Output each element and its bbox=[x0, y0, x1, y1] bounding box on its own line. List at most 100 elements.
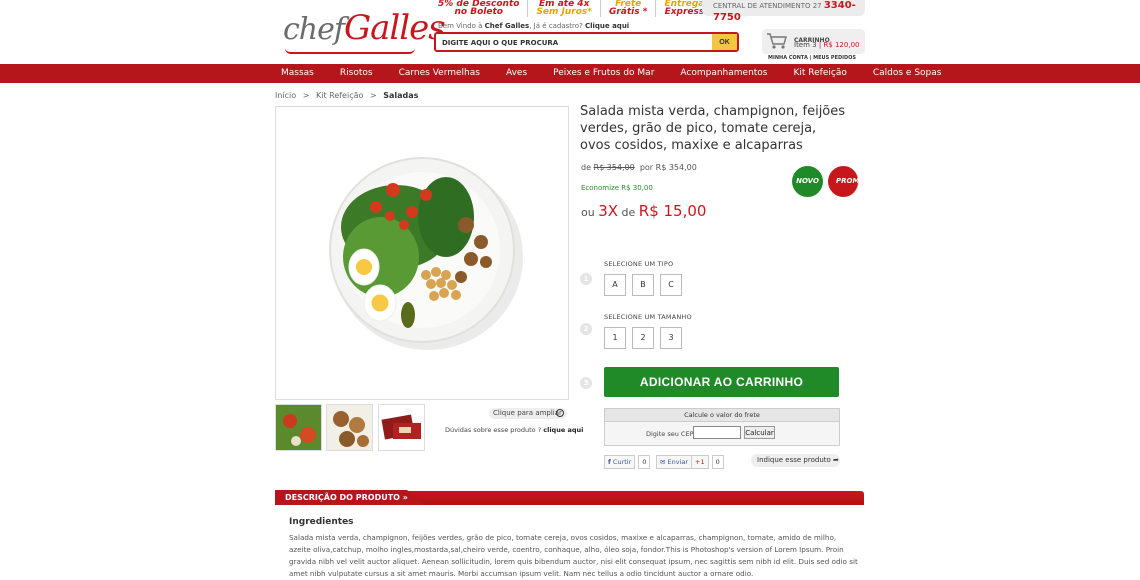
cart-total: R$ 120,00 bbox=[823, 41, 860, 49]
nav-item-caldos[interactable]: Caldos e Sopas bbox=[860, 64, 955, 83]
cep-input[interactable] bbox=[693, 426, 741, 439]
magnifier-icon bbox=[556, 409, 564, 417]
search-bar: OK bbox=[434, 32, 739, 52]
recommend-label: Indique esse produto bbox=[757, 456, 831, 464]
calculate-freight-button[interactable]: Calcular bbox=[744, 426, 775, 439]
product-title: Salada mista verda, champignon, feijões … bbox=[580, 104, 846, 153]
twitter-share-button[interactable]: ✉ Enviar bbox=[656, 455, 693, 469]
welcome-rest: , Já é cadastro? bbox=[529, 22, 585, 30]
freight-calculator: Calcule o valor do frete Digite seu CEP:… bbox=[604, 408, 840, 446]
signup-link[interactable]: Clique aqui bbox=[585, 22, 629, 30]
promo-line: Grátis * bbox=[608, 7, 648, 17]
size-option-1[interactable]: 1 bbox=[604, 327, 626, 349]
product-main-image[interactable] bbox=[275, 106, 569, 400]
chevron-down-icon: » bbox=[402, 493, 408, 502]
size-option-3[interactable]: 3 bbox=[660, 327, 682, 349]
doubt-text: Dúvidas sobre esse produto ? bbox=[445, 426, 544, 434]
main-nav: Massas Risotos Carnes Vermelhas Aves Pei… bbox=[0, 64, 1140, 83]
google-plus[interactable]: +1 0 bbox=[691, 455, 724, 469]
price-line: de R$ 354,00 por R$ 354,00 bbox=[581, 163, 697, 172]
central-label: CENTRAL DE ATENDIMENTO 27 bbox=[713, 2, 822, 10]
welcome-text: Bem Vindo à Chef Galles, Já é cadastro? … bbox=[438, 22, 629, 30]
breadcrumb-separator: > bbox=[302, 91, 310, 100]
promo-line: Sem Juros* bbox=[536, 7, 592, 17]
breadcrumb-category[interactable]: Kit Refeição bbox=[316, 91, 363, 100]
promo-frete: Frete Grátis * bbox=[601, 0, 657, 17]
step-1-indicator: 1 bbox=[580, 273, 592, 285]
breadcrumb-separator: > bbox=[369, 91, 377, 100]
cep-label: Digite seu CEP: bbox=[646, 430, 696, 438]
type-label: SELECIONE UM TIPO bbox=[604, 260, 674, 268]
thumbnail-3[interactable] bbox=[378, 404, 425, 451]
step-2-indicator: 2 bbox=[580, 323, 592, 335]
thumbnail-2[interactable] bbox=[326, 404, 373, 451]
nav-item-acompanhamentos[interactable]: Acompanhamentos bbox=[667, 64, 780, 83]
description-tab[interactable]: DESCRIÇÃO DO PRODUTO » bbox=[275, 490, 425, 505]
zoom-label: Clique para ampliar bbox=[493, 409, 562, 417]
breadcrumb: Início > Kit Refeição > Saladas bbox=[275, 91, 422, 100]
logo-chef-text: chef bbox=[283, 12, 345, 47]
thumbnail-box-image bbox=[379, 405, 424, 450]
price-by-label: por bbox=[639, 163, 654, 172]
cart-summary[interactable]: CARRINHO Item 3 | R$ 120,00 bbox=[762, 29, 865, 54]
nav-item-aves[interactable]: Aves bbox=[493, 64, 540, 83]
twitter-share-label: Enviar bbox=[667, 458, 689, 466]
logo-swoosh bbox=[285, 48, 415, 54]
nav-item-risotos[interactable]: Risotos bbox=[327, 64, 386, 83]
thumbnail-1[interactable] bbox=[275, 404, 322, 451]
product-doubt: Dúvidas sobre esse produto ? clique aqui bbox=[445, 426, 583, 434]
description-tab-label: DESCRIÇÃO DO PRODUTO bbox=[285, 493, 400, 502]
ingredients-heading: Ingredientes bbox=[289, 517, 354, 527]
cart-items: Item 3 | R$ 120,00 bbox=[794, 41, 860, 49]
nav-item-massas[interactable]: Massas bbox=[268, 64, 327, 83]
google-plus-button[interactable]: +1 bbox=[691, 455, 709, 469]
size-option-2[interactable]: 2 bbox=[632, 327, 654, 349]
type-option-c[interactable]: C bbox=[660, 274, 682, 296]
promo-parcelas: Em até 4x Sem Juros* bbox=[528, 0, 601, 17]
price-from-label: de bbox=[581, 163, 591, 172]
type-option-a[interactable]: A bbox=[604, 274, 626, 296]
cart-icon bbox=[767, 33, 787, 49]
nav-item-carnes[interactable]: Carnes Vermelhas bbox=[386, 64, 493, 83]
doubt-link[interactable]: clique aqui bbox=[543, 426, 583, 434]
facebook-count: 0 bbox=[638, 455, 651, 469]
promo-line: Express bbox=[664, 7, 705, 17]
search-input[interactable] bbox=[442, 36, 712, 50]
installments: ou 3X de R$ 15,00 bbox=[581, 202, 706, 220]
search-button[interactable]: OK bbox=[712, 34, 737, 50]
promo-badge: PROMO bbox=[828, 166, 865, 197]
logo[interactable]: chefGalles bbox=[283, 8, 446, 50]
facebook-like[interactable]: f Curtir 0 bbox=[604, 455, 651, 469]
header: chefGalles 5% de Desconto no Boleto Em at… bbox=[0, 0, 1140, 64]
welcome-brand: Chef Galles bbox=[484, 22, 530, 30]
recommend-product-button[interactable]: Indique esse produto ➦ bbox=[751, 454, 840, 467]
main-content: Início > Kit Refeição > Saladas Clique p… bbox=[0, 83, 1140, 580]
welcome-prefix: Bem Vindo à bbox=[438, 22, 485, 30]
inst-times: 3X bbox=[598, 202, 619, 220]
ingredients-text: Salada mista verda, champignon, feijões … bbox=[289, 533, 858, 578]
cart-item-count: Item 3 bbox=[794, 41, 817, 49]
facebook-icon: f bbox=[608, 458, 611, 466]
promo-line: no Boleto bbox=[454, 7, 503, 17]
add-to-cart-button[interactable]: ADICIONAR AO CARRINHO bbox=[604, 367, 839, 397]
size-label: SELECIONE UM TAMANHO bbox=[604, 313, 692, 321]
inst-value: R$ 15,00 bbox=[638, 202, 707, 220]
new-badge: NOVO bbox=[792, 166, 823, 197]
nav-item-kit-refeicao[interactable]: Kit Refeição bbox=[781, 64, 860, 83]
account-links[interactable]: MINHA CONTA | MEUS PEDIDOS bbox=[768, 55, 856, 61]
breadcrumb-current: Saladas bbox=[383, 91, 419, 100]
thumbnail-salad-image bbox=[276, 405, 321, 450]
zoom-button[interactable]: Clique para ampliar bbox=[489, 408, 567, 419]
thumbnail-potatoes-image bbox=[327, 405, 372, 450]
inst-de: de bbox=[621, 206, 636, 219]
type-option-b[interactable]: B bbox=[632, 274, 654, 296]
page: chefGalles 5% de Desconto no Boleto Em at… bbox=[0, 0, 1140, 580]
savings-text: Economize R$ 30,00 bbox=[581, 184, 653, 192]
step-3-indicator: 3 bbox=[580, 377, 592, 389]
price-new: R$ 354,00 bbox=[655, 163, 697, 172]
breadcrumb-home[interactable]: Início bbox=[275, 91, 296, 100]
facebook-like-button[interactable]: f Curtir bbox=[604, 455, 636, 469]
customer-service-phone: CENTRAL DE ATENDIMENTO 27 3340-7750 bbox=[702, 0, 865, 23]
nav-item-peixes[interactable]: Peixes e Frutos do Mar bbox=[540, 64, 667, 83]
facebook-like-label: Curtir bbox=[612, 458, 632, 466]
